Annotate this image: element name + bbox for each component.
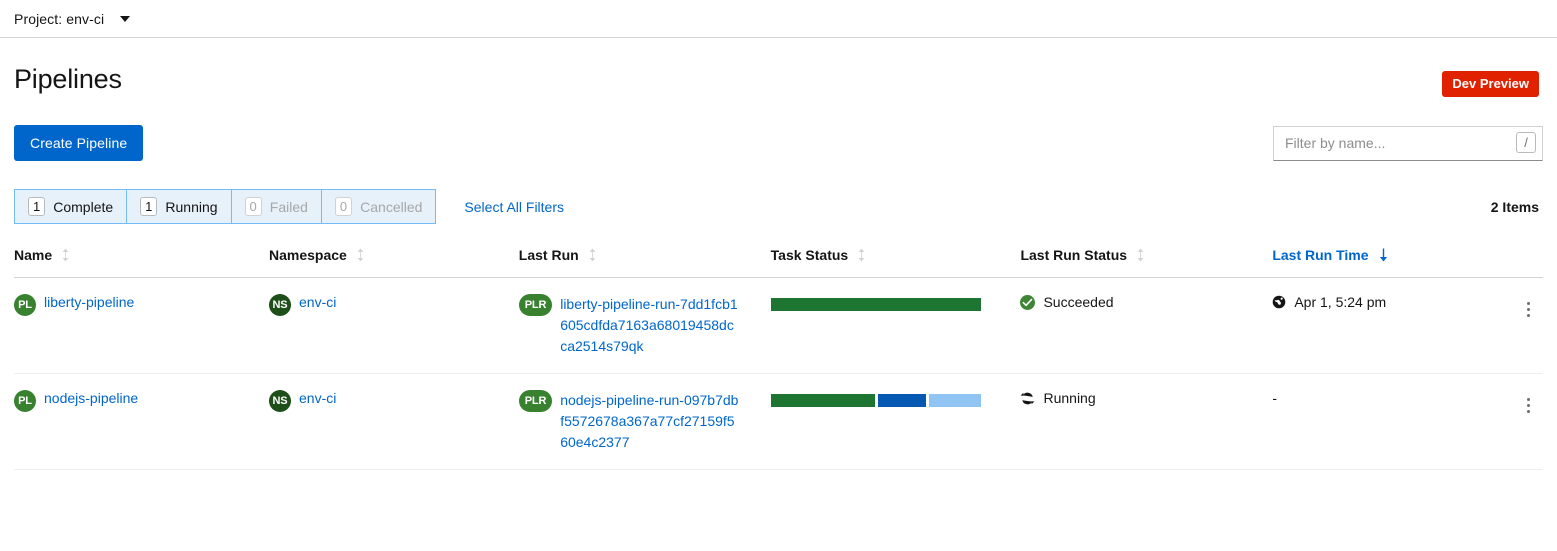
pipeline-name-link[interactable]: nodejs-pipeline bbox=[44, 390, 138, 406]
cell-actions bbox=[1501, 373, 1543, 470]
cell-last-run-status: Running bbox=[1020, 373, 1273, 470]
filter-chip-cancelled-count: 0 bbox=[334, 197, 353, 216]
table-header-row: Name Namespace Last Run Task Status Last… bbox=[14, 247, 1543, 278]
cell-last-run: PLR nodejs-pipeline-run-097b7dbf5572678a… bbox=[518, 373, 771, 470]
pipelinerun-name-link[interactable]: liberty-pipeline-run-7dd1fcb1605cdfda716… bbox=[560, 294, 740, 357]
column-header-last-run-time[interactable]: Last Run Time bbox=[1272, 247, 1502, 278]
pipelines-table: Name Namespace Last Run Task Status Last… bbox=[14, 247, 1543, 470]
last-run-time-text: Apr 1, 5:24 pm bbox=[1294, 294, 1387, 310]
last-run-time-text: - bbox=[1272, 390, 1278, 406]
last-run-status-text: Running bbox=[1043, 390, 1096, 406]
cell-namespace: NS env-ci bbox=[269, 277, 519, 374]
table-header: Name Namespace Last Run Task Status Last… bbox=[14, 247, 1543, 278]
filter-chip-running-count: 1 bbox=[140, 197, 158, 216]
pipeline-badge-icon: PL bbox=[14, 294, 36, 316]
task-status-segment-succeeded bbox=[770, 298, 981, 311]
pipelinerun-badge-icon: PLR bbox=[518, 294, 553, 316]
filter-field-wrapper: / bbox=[1273, 125, 1543, 161]
column-header-last-run[interactable]: Last Run bbox=[518, 247, 771, 278]
column-header-name[interactable]: Name bbox=[14, 247, 269, 278]
pipeline-name-link[interactable]: liberty-pipeline bbox=[44, 294, 134, 310]
sort-updown-icon[interactable] bbox=[356, 248, 365, 262]
filter-chip-failed-count: 0 bbox=[244, 197, 262, 216]
filter-chip-running-label: Running bbox=[165, 198, 218, 215]
cell-name: PL liberty-pipeline bbox=[14, 277, 269, 374]
sort-updown-icon[interactable] bbox=[61, 248, 70, 262]
cell-last-run-time: - bbox=[1272, 373, 1502, 470]
page-title: Pipelines bbox=[14, 64, 122, 94]
filter-chip-cancelled[interactable]: 0 Cancelled bbox=[322, 190, 436, 223]
filter-chip-running[interactable]: 1 Running bbox=[127, 190, 232, 223]
cell-namespace: NS env-ci bbox=[269, 373, 519, 470]
cell-task-status bbox=[770, 277, 1021, 374]
namespace-link[interactable]: env-ci bbox=[299, 390, 336, 406]
status-filter-row: 1 Complete 1 Running 0 Failed 0 Cancelle… bbox=[0, 189, 1557, 224]
toolbar: Create Pipeline / bbox=[0, 125, 1557, 161]
column-header-last-run-label: Last Run bbox=[518, 247, 579, 263]
filter-by-name-input[interactable] bbox=[1273, 125, 1543, 161]
task-status-segment-pending bbox=[928, 394, 981, 407]
filter-chip-complete[interactable]: 1 Complete bbox=[15, 190, 128, 223]
table-body: PL liberty-pipeline NS env-ci PLR libert… bbox=[14, 277, 1543, 470]
filter-chip-complete-count: 1 bbox=[28, 197, 46, 216]
filter-chip-complete-label: Complete bbox=[53, 198, 114, 215]
pipelinerun-badge-icon: PLR bbox=[518, 390, 553, 412]
kebab-menu-icon[interactable] bbox=[1513, 294, 1543, 324]
keyboard-shortcut-slash-badge[interactable]: / bbox=[1516, 131, 1536, 153]
items-count-label: 2 Items bbox=[1490, 198, 1539, 215]
globe-icon bbox=[1272, 295, 1286, 309]
namespace-badge-icon: NS bbox=[269, 390, 291, 412]
task-status-bar[interactable] bbox=[770, 394, 981, 407]
column-header-last-run-status-label: Last Run Status bbox=[1020, 247, 1128, 263]
cell-last-run-time: Apr 1, 5:24 pm bbox=[1272, 277, 1502, 374]
cell-name: PL nodejs-pipeline bbox=[14, 373, 269, 470]
column-header-namespace[interactable]: Namespace bbox=[269, 247, 519, 278]
table-row: PL liberty-pipeline NS env-ci PLR libert… bbox=[14, 277, 1543, 374]
sort-updown-icon[interactable] bbox=[857, 248, 866, 262]
column-header-task-status-label: Task Status bbox=[770, 247, 849, 263]
cell-last-run-status: Succeeded bbox=[1020, 277, 1273, 374]
cell-last-run: PLR liberty-pipeline-run-7dd1fcb1605cdfd… bbox=[518, 277, 771, 374]
pipeline-badge-icon: PL bbox=[14, 390, 36, 412]
column-header-name-label: Name bbox=[14, 247, 53, 263]
namespace-link[interactable]: env-ci bbox=[299, 294, 336, 310]
column-header-task-status[interactable]: Task Status bbox=[770, 247, 1021, 278]
column-header-last-run-time-label: Last Run Time bbox=[1272, 247, 1369, 263]
page-header: Pipelines Dev Preview bbox=[0, 38, 1557, 97]
filter-chip-failed-label: Failed bbox=[269, 198, 308, 215]
pipelinerun-name-link[interactable]: nodejs-pipeline-run-097b7dbf5572678a367a… bbox=[560, 390, 740, 453]
dev-preview-badge[interactable]: Dev Preview bbox=[1442, 71, 1539, 97]
task-status-segment-succeeded bbox=[770, 394, 875, 407]
kebab-menu-icon[interactable] bbox=[1513, 390, 1543, 420]
column-header-actions bbox=[1501, 247, 1543, 278]
namespace-badge-icon: NS bbox=[269, 294, 291, 316]
status-filter-group: 1 Complete 1 Running 0 Failed 0 Cancelle… bbox=[14, 189, 437, 224]
sort-updown-icon[interactable] bbox=[588, 248, 597, 262]
select-all-filters-link[interactable]: Select All Filters bbox=[464, 199, 564, 215]
filter-chip-cancelled-label: Cancelled bbox=[360, 198, 423, 215]
check-circle-icon bbox=[1020, 294, 1036, 310]
table-row: PL nodejs-pipeline NS env-ci PLR nodejs-… bbox=[14, 373, 1543, 470]
chevron-down-icon[interactable] bbox=[120, 15, 131, 22]
sort-updown-icon[interactable] bbox=[1136, 248, 1145, 262]
last-run-status-text: Succeeded bbox=[1043, 294, 1114, 310]
filter-chip-failed[interactable]: 0 Failed bbox=[232, 190, 322, 223]
task-status-bar[interactable] bbox=[770, 298, 981, 311]
project-selector-label: Project: env-ci bbox=[14, 10, 105, 27]
project-bar: Project: env-ci bbox=[0, 0, 1557, 38]
cell-task-status bbox=[770, 373, 1021, 470]
task-status-segment-running bbox=[877, 394, 926, 407]
column-header-namespace-label: Namespace bbox=[269, 247, 347, 263]
sort-desc-icon[interactable] bbox=[1378, 248, 1389, 262]
create-pipeline-button[interactable]: Create Pipeline bbox=[14, 125, 144, 161]
cell-actions bbox=[1501, 277, 1543, 374]
column-header-last-run-status[interactable]: Last Run Status bbox=[1020, 247, 1273, 278]
sync-icon bbox=[1020, 391, 1035, 406]
